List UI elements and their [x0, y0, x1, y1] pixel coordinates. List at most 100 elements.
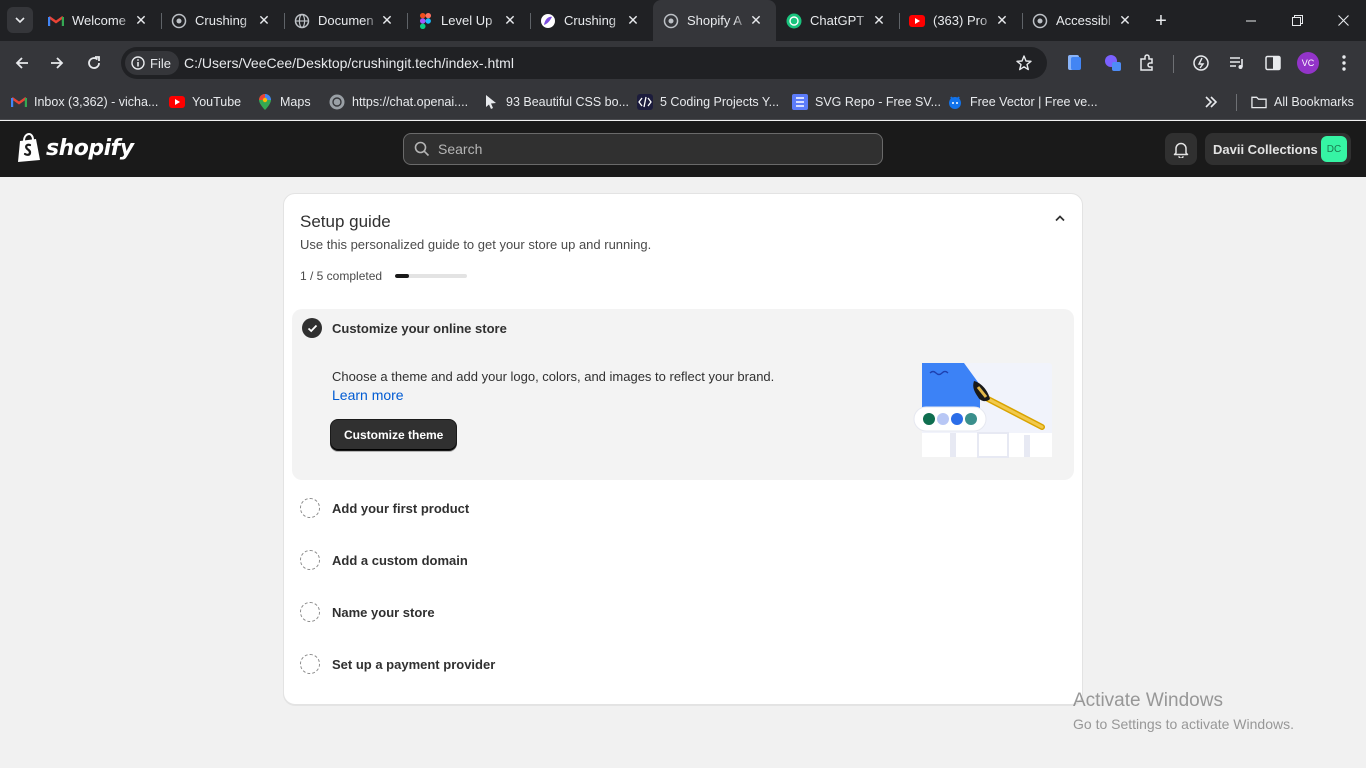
bookmark-item[interactable]: Free Vector | Free ve...	[947, 92, 1098, 112]
chatgpt-icon	[786, 13, 802, 29]
browser-tab-active[interactable]: Shopify A ✕	[653, 0, 776, 41]
close-icon[interactable]: ✕	[748, 12, 764, 28]
step-title: Set up a payment provider	[332, 656, 496, 672]
performance-icon[interactable]	[1190, 52, 1212, 74]
media-controls-icon[interactable]	[1226, 52, 1248, 74]
window-close-button[interactable]	[1320, 0, 1366, 41]
search-input[interactable]	[438, 141, 858, 157]
close-icon[interactable]: ✕	[502, 12, 518, 28]
bookmark-label: 93 Beautiful CSS bo...	[506, 95, 629, 109]
setup-step-customize-store[interactable]: Customize your online store Choose a the…	[292, 309, 1074, 480]
reload-button[interactable]	[80, 49, 108, 77]
setup-step-payment-provider[interactable]: Set up a payment provider	[300, 652, 495, 676]
shopify-logo[interactable]: shopify	[16, 133, 134, 163]
double-chevron-right-icon	[1205, 96, 1218, 108]
dashed-circle-icon[interactable]	[300, 550, 320, 570]
restore-button[interactable]	[1274, 0, 1320, 41]
bookmark-item[interactable]: SVG Repo - Free SV...	[792, 92, 941, 112]
browser-tab[interactable]: Welcome ✕	[38, 0, 162, 41]
close-icon[interactable]: ✕	[994, 12, 1010, 28]
progress-label: 1 / 5 completed	[300, 269, 383, 283]
store-avatar: DC	[1321, 136, 1347, 162]
search-icon	[414, 141, 430, 157]
browser-tab[interactable]: (363) Pro ✕	[899, 0, 1023, 41]
bookmark-label: YouTube	[192, 95, 242, 109]
maps-icon	[257, 94, 273, 110]
browser-tab[interactable]: Crushing ✕	[530, 0, 654, 41]
search-bar[interactable]	[403, 133, 883, 165]
globe-icon	[1032, 13, 1048, 29]
bookmark-item[interactable]: YouTube	[169, 92, 241, 112]
setup-guide-subtitle: Use this personalized guide to get your …	[300, 237, 652, 252]
step-description: Choose a theme and add your logo, colors…	[332, 369, 775, 384]
freepik-icon	[947, 94, 963, 110]
youtube-icon	[909, 13, 925, 29]
code-icon	[637, 94, 653, 110]
purple-logo-icon	[540, 13, 556, 29]
more-menu-icon[interactable]	[1333, 52, 1355, 74]
close-icon[interactable]: ✕	[133, 12, 149, 28]
close-icon[interactable]: ✕	[379, 12, 395, 28]
site-info-chip[interactable]: File	[125, 51, 179, 75]
globe-icon	[663, 13, 679, 29]
bookmark-item[interactable]: Maps	[257, 92, 311, 112]
notifications-button[interactable]	[1165, 133, 1197, 165]
info-icon	[131, 56, 145, 70]
address-bar[interactable]: File C:/Users/VeeCee/Desktop/crushingit.…	[121, 47, 1047, 79]
customize-theme-button[interactable]: Customize theme	[330, 419, 458, 451]
dashed-circle-icon[interactable]	[300, 498, 320, 518]
tab-search-button[interactable]	[7, 7, 33, 33]
close-icon[interactable]: ✕	[871, 12, 887, 28]
progress-bar	[395, 274, 467, 278]
tab-title: ChatGPT	[810, 13, 865, 28]
bookmarks-bar: Inbox (3,362) - vicha... YouTube Maps ht…	[0, 85, 1366, 120]
store-name: Davii Collections	[1213, 141, 1318, 157]
new-tab-button[interactable]: +	[1150, 10, 1172, 32]
setup-step-name-store[interactable]: Name your store	[300, 600, 435, 624]
learn-more-link[interactable]: Learn more	[332, 387, 404, 403]
step-title: Add your first product	[332, 500, 470, 516]
globe-icon	[171, 13, 187, 29]
bookmark-item[interactable]: https://chat.openai....	[329, 92, 468, 112]
forward-button[interactable]	[43, 49, 71, 77]
bookmarks-overflow-button[interactable]	[1204, 92, 1218, 112]
dashed-circle-icon[interactable]	[300, 654, 320, 674]
step-title[interactable]: Customize your online store	[332, 321, 507, 336]
close-icon[interactable]: ✕	[1117, 12, 1133, 28]
bookmark-item[interactable]: 5 Coding Projects Y...	[637, 92, 779, 112]
progress-bar-fill	[395, 274, 410, 278]
tab-title: Crushing	[195, 13, 248, 28]
minimize-button[interactable]	[1228, 0, 1274, 41]
bookmark-star-icon[interactable]	[1015, 54, 1033, 77]
close-icon[interactable]: ✕	[256, 12, 272, 28]
profile-avatar[interactable]: VC	[1297, 52, 1319, 74]
side-panel-icon[interactable]	[1262, 52, 1284, 74]
browser-tab[interactable]: Crushing ✕	[161, 0, 285, 41]
translate-extension-icon[interactable]	[1102, 52, 1124, 74]
check-circle-icon[interactable]	[302, 318, 322, 338]
close-icon[interactable]: ✕	[625, 12, 641, 28]
collapse-guide-button[interactable]	[1050, 208, 1070, 228]
tab-title: (363) Pro	[933, 13, 988, 28]
browser-tab[interactable]: Accessibl ✕	[1022, 0, 1145, 41]
docs-extension-icon[interactable]	[1063, 52, 1085, 74]
extensions-puzzle-icon[interactable]	[1136, 52, 1158, 74]
dashed-circle-icon[interactable]	[300, 602, 320, 622]
store-switcher-button[interactable]: Davii Collections DC	[1205, 133, 1351, 165]
browser-tab[interactable]: Level Up ✕	[407, 0, 531, 41]
scheme-label: File	[150, 55, 171, 71]
tab-title: Shopify A	[687, 13, 742, 28]
bookmark-item[interactable]: Inbox (3,362) - vicha...	[11, 92, 158, 112]
url-text[interactable]: C:/Users/VeeCee/Desktop/crushingit.tech/…	[184, 55, 514, 71]
all-bookmarks-button[interactable]: All Bookmarks	[1251, 92, 1354, 112]
youtube-icon	[169, 94, 185, 110]
globe-icon	[294, 13, 310, 29]
chevron-down-icon	[15, 17, 25, 24]
step-title: Name your store	[332, 604, 435, 620]
browser-tab[interactable]: ChatGPT ✕	[776, 0, 900, 41]
bookmark-item[interactable]: 93 Beautiful CSS bo...	[483, 92, 629, 112]
browser-tab[interactable]: Documen ✕	[284, 0, 408, 41]
setup-step-add-product[interactable]: Add your first product	[300, 496, 469, 520]
back-button[interactable]	[8, 49, 36, 77]
setup-step-custom-domain[interactable]: Add a custom domain	[300, 548, 468, 572]
